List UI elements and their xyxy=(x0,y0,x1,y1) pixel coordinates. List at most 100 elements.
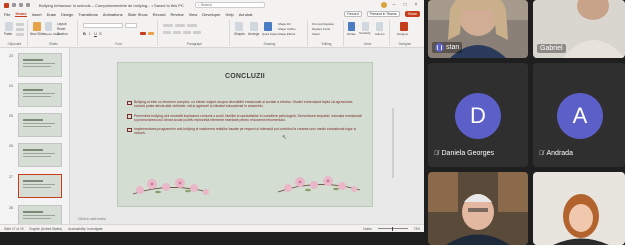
quick-styles-icon[interactable] xyxy=(264,22,272,31)
bold-button[interactable]: B xyxy=(83,31,86,36)
slide-number: 23 xyxy=(9,54,13,58)
tab-draw[interactable]: Draw xyxy=(47,12,56,17)
slide-thumbnail[interactable] xyxy=(18,83,62,107)
copy-icon[interactable] xyxy=(16,28,24,31)
font-color-icon[interactable] xyxy=(140,32,146,35)
video-tile-gabriel[interactable]: Gabriel xyxy=(533,0,625,58)
find-replace-button[interactable]: Find and Replace xyxy=(312,22,334,26)
vertical-scrollbar[interactable] xyxy=(392,108,394,178)
arrange-icon[interactable] xyxy=(250,22,258,31)
tab-help[interactable]: Help xyxy=(226,12,234,17)
tab-animations[interactable]: Animations xyxy=(103,12,123,17)
layout-button[interactable]: Layout xyxy=(57,22,67,26)
paste-icon[interactable] xyxy=(5,22,13,31)
ribbon-tabs: File Home Insert Draw Design Transitions… xyxy=(0,10,424,18)
font-size-dropdown[interactable] xyxy=(125,23,137,28)
tab-view[interactable]: View xyxy=(189,12,198,17)
minimize-icon[interactable]: – xyxy=(390,2,398,8)
tab-insert[interactable]: Insert xyxy=(32,12,42,17)
bullets-icon[interactable] xyxy=(163,24,173,27)
workspace: 23 24 25 26 27 28 CONCLUZII Bullying-ul … xyxy=(0,48,424,229)
add-ins-icon[interactable] xyxy=(376,22,383,31)
group-drawing: Shapes Arrange Quick Styles Shape Fill S… xyxy=(232,20,308,46)
participant-name-text: Daniela Georges xyxy=(441,150,495,157)
reset-button[interactable]: Reset xyxy=(57,27,65,31)
video-tile-daniela[interactable]: D 🎙̸ Daniela Georges xyxy=(428,63,528,167)
tab-design[interactable]: Design xyxy=(61,12,73,17)
share-button[interactable]: Share xyxy=(404,11,420,17)
document-title: Bullying behaviour in schools – Comporta… xyxy=(39,2,184,8)
notes-toggle[interactable]: Notes xyxy=(363,227,371,231)
group-editing: Find and Replace Replace Fonts Select Ed… xyxy=(310,20,344,46)
reuse-slides-icon[interactable] xyxy=(45,22,52,31)
save-icon[interactable] xyxy=(19,3,23,7)
section-button[interactable]: Section xyxy=(57,32,68,36)
font-name-dropdown[interactable] xyxy=(83,23,123,28)
video-tile-andrada[interactable]: A 🎙̸ Andrada xyxy=(533,63,625,167)
tab-review[interactable]: Review xyxy=(171,12,184,17)
shapes-icon[interactable] xyxy=(235,22,243,31)
group-clipboard: Paste Clipboard xyxy=(2,20,28,46)
slide-thumbnail[interactable] xyxy=(18,143,62,167)
dictate-icon[interactable] xyxy=(348,22,355,31)
shape-fill-button[interactable]: Shape Fill xyxy=(278,22,290,26)
flower-decoration xyxy=(132,176,361,195)
current-slide[interactable]: CONCLUZII Bullying-ul este un fenomen co… xyxy=(117,62,373,207)
slide-thumbnail-selected[interactable] xyxy=(18,174,62,198)
indent-icon[interactable] xyxy=(187,24,197,27)
user-avatar[interactable] xyxy=(381,2,387,8)
shape-outline-button[interactable]: Shape Outline xyxy=(278,27,296,31)
italic-button[interactable]: I xyxy=(89,31,90,36)
video-tile-participant-5[interactable] xyxy=(428,172,528,245)
align-left-icon[interactable] xyxy=(163,31,171,34)
search-box[interactable]: ⌕ Search xyxy=(194,2,265,8)
accessibility-status[interactable]: Accessibility: Investigate xyxy=(68,227,103,231)
autosave-toggle-icon[interactable] xyxy=(12,3,16,7)
undo-icon[interactable] xyxy=(26,3,30,7)
zoom-slider[interactable] xyxy=(377,226,408,231)
video-tile-participant-6[interactable] xyxy=(533,172,625,245)
justify-icon[interactable] xyxy=(193,31,201,34)
numbering-icon[interactable] xyxy=(175,24,185,27)
slide-thumbnail[interactable] xyxy=(18,53,62,77)
slide-thumbnails-pane: 23 24 25 26 27 28 xyxy=(0,48,70,229)
shape-effects-button[interactable]: Shape Effects xyxy=(278,32,295,36)
underline-button[interactable]: U xyxy=(94,31,97,36)
record-button[interactable]: Record xyxy=(344,11,362,17)
slide-thumbnail[interactable] xyxy=(18,113,62,137)
screen: Bullying behaviour in schools – Comporta… xyxy=(0,0,625,245)
video-tile-stan[interactable]: ❙❙ stan xyxy=(428,0,528,58)
align-right-icon[interactable] xyxy=(183,31,191,34)
zoom-level[interactable]: 73% xyxy=(414,227,420,231)
tab-developer[interactable]: Developer xyxy=(202,12,220,17)
cut-icon[interactable] xyxy=(16,23,24,26)
tab-file[interactable]: File xyxy=(4,12,10,17)
tab-record[interactable]: Record xyxy=(153,12,166,17)
paste-label: Paste xyxy=(4,32,13,36)
select-button[interactable]: Select xyxy=(312,32,320,36)
tab-slide-show[interactable]: Slide Show xyxy=(128,12,148,17)
tab-acrobat[interactable]: Acrobat xyxy=(239,12,253,17)
format-painter-icon[interactable] xyxy=(16,33,24,36)
present-in-teams-button[interactable]: Present in Teams xyxy=(366,11,400,17)
language-indicator[interactable]: English (United States) xyxy=(30,227,63,231)
maximize-icon[interactable]: □ xyxy=(401,2,409,8)
tab-transitions[interactable]: Transitions xyxy=(78,12,97,17)
close-icon[interactable]: × xyxy=(412,2,420,8)
new-slide-icon[interactable] xyxy=(33,22,41,31)
group-voice: Dictate Sensitivity Add-ins Voice xyxy=(346,20,390,46)
group-slides: New Slide Reuse Slides Layout Reset Sect… xyxy=(30,20,78,46)
slide-number: 26 xyxy=(9,144,13,148)
slide-number: 28 xyxy=(9,206,13,210)
tab-home[interactable]: Home xyxy=(15,11,27,17)
replace-fonts-button[interactable]: Replace Fonts xyxy=(312,27,330,31)
sensitivity-icon[interactable] xyxy=(362,22,369,31)
slide-number: 25 xyxy=(9,114,13,118)
strikethrough-button[interactable]: S xyxy=(99,31,102,36)
designer-label: Designer xyxy=(397,32,409,36)
align-center-icon[interactable] xyxy=(173,31,181,34)
group-label-font: Font xyxy=(115,42,122,46)
designer-icon[interactable] xyxy=(400,22,408,31)
highlight-icon[interactable] xyxy=(148,32,154,35)
notes-area[interactable]: Click to add notes xyxy=(70,214,424,224)
